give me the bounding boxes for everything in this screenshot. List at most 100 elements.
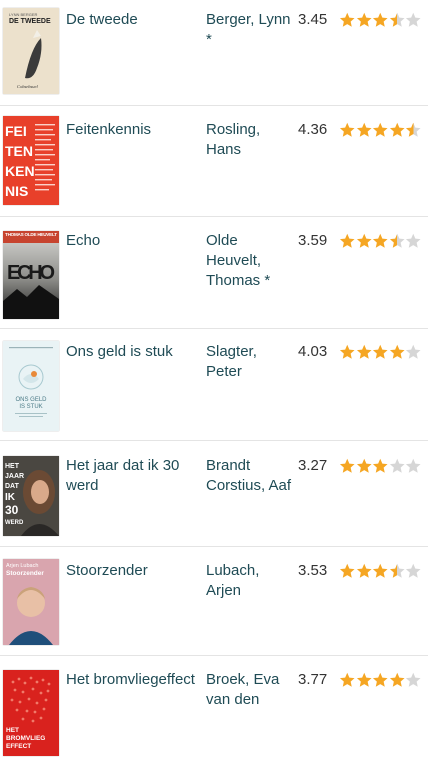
star-icon [389,672,405,687]
star-rating [339,456,422,476]
book-cover[interactable]: ONS GELD IS STUK [3,341,59,431]
cover-author: LYNN BERGER [9,12,37,17]
star-rating [339,561,422,581]
book-cover[interactable]: LYNN BERGER DE TWEEDE Cobsebsuel [3,8,59,94]
star-icon [356,563,372,578]
star-icon [372,563,388,578]
book-title-link[interactable]: Stoorzender [66,561,196,581]
book-author-link[interactable]: Brandt Corstius, Aaf [206,456,296,496]
cover-title-line: HET [5,463,20,470]
cover-author: THOMAS OLDE HEUVELT [5,232,57,237]
star-icon [405,233,421,248]
star-icon [356,233,372,248]
cover-title-line: WERD [5,520,24,526]
cover-title-line: IK [5,492,16,503]
book-author-link[interactable]: Broek, Eva van den [206,670,296,710]
book-cover[interactable]: THOMAS OLDE HEUVELT ECHO [3,231,59,319]
book-row: THOMAS OLDE HEUVELT ECHO Echo Olde Heuve… [0,217,428,329]
star-icon [405,122,421,137]
cover-title-line: TEN [5,143,33,159]
star-icon [372,344,388,359]
cover-title-line: FEI [5,123,27,139]
avg-rating: 3.45 [298,11,328,28]
star-icon [372,672,388,687]
star-icon [339,233,355,248]
avg-rating: 3.77 [298,671,328,688]
book-title-link[interactable]: Echo [66,231,196,251]
book-author-link[interactable]: Olde Heuvelt, Thomas * [206,231,296,291]
book-row: HET BROMVLIEG EFFECT Het bromvliegeffect… [0,656,428,764]
cover-title-line: JAAR [5,473,24,480]
book-title-link[interactable]: Het jaar dat ik 30 werd [66,456,196,496]
book-row: Arjen Lubach Stoorzender Stoorzender Lub… [0,547,428,656]
book-title-link[interactable]: De tweede [66,10,196,30]
star-icon [389,563,405,578]
avg-rating: 3.59 [298,232,328,249]
star-icon [339,344,355,359]
star-icon [372,12,388,27]
star-icon [389,344,405,359]
star-icon [389,122,405,137]
avg-rating: 3.53 [298,562,328,579]
star-icon [405,458,421,473]
book-row: FEI TEN KEN NIS Feitenkennis Rosling, Ha… [0,106,428,217]
book-title-link[interactable]: Feitenkennis [66,120,196,140]
cover-author: Arjen Lubach [6,563,38,569]
star-icon [389,12,405,27]
cover-title-line: BROMVLIEG [6,735,45,742]
star-icon [405,563,421,578]
star-icon [405,672,421,687]
book-title-link[interactable]: Het bromvliegeffect [66,670,196,690]
star-icon [372,233,388,248]
book-list: LYNN BERGER DE TWEEDE Cobsebsuel De twee… [0,0,428,764]
star-icon [405,344,421,359]
cover-title-line: NIS [5,183,28,199]
star-icon [356,122,372,137]
cover-title-line: EFFECT [6,743,31,750]
star-icon [356,12,372,27]
star-rating [339,120,422,140]
star-icon [339,672,355,687]
star-icon [339,12,355,27]
cover-title-line: KEN [5,163,35,179]
book-cover[interactable]: FEI TEN KEN NIS [3,116,59,205]
book-author-link[interactable]: Lubach, Arjen [206,561,296,601]
star-icon [339,563,355,578]
star-rating [339,10,422,30]
star-icon [389,233,405,248]
book-row: LYNN BERGER DE TWEEDE Cobsebsuel De twee… [0,0,428,106]
cover-title: DE TWEEDE [9,18,51,25]
star-icon [372,458,388,473]
book-row: HET JAAR DAT IK 30 WERD Het jaar dat ik … [0,441,428,547]
book-cover[interactable]: HET BROMVLIEG EFFECT [3,670,59,756]
star-rating [339,670,422,690]
cover-publisher: Cobsebsuel [17,84,38,89]
cover-title-line: DAT [5,483,20,490]
star-icon [356,458,372,473]
star-rating [339,342,422,362]
star-icon [389,458,405,473]
star-icon [356,672,372,687]
book-cover[interactable]: Arjen Lubach Stoorzender [3,559,59,645]
star-icon [356,344,372,359]
star-icon [339,122,355,137]
book-author-link[interactable]: Berger, Lynn * [206,10,296,50]
book-author-link[interactable]: Slagter, Peter [206,342,296,382]
book-title-link[interactable]: Ons geld is stuk [66,342,196,362]
avg-rating: 4.03 [298,343,328,360]
avg-rating: 4.36 [298,121,328,138]
star-icon [339,458,355,473]
cover-title-line: ONS GELD [15,397,47,403]
cover-title-line: HET [6,727,19,734]
star-icon [405,12,421,27]
cover-title-line: 30 [5,503,19,517]
cover-title-line: IS STUK [19,404,42,410]
star-rating [339,231,422,251]
cover-title: Stoorzender [6,570,44,577]
book-cover[interactable]: HET JAAR DAT IK 30 WERD [3,456,59,536]
book-author-link[interactable]: Rosling, Hans [206,120,296,160]
avg-rating: 3.27 [298,457,328,474]
star-icon [372,122,388,137]
cover-title: ECHO [7,262,55,284]
book-row: ONS GELD IS STUK Ons geld is stuk Slagte… [0,329,428,441]
